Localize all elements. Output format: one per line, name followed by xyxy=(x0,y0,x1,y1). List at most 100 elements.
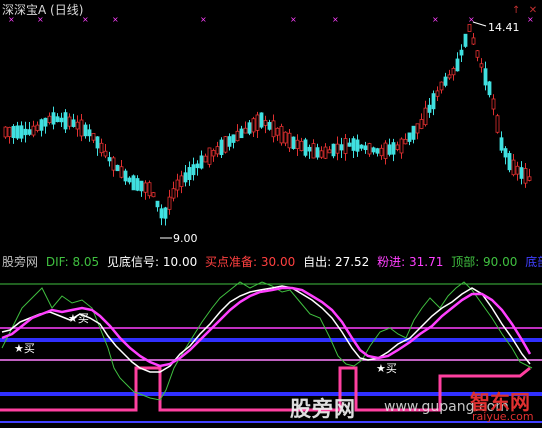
candlestick-chart[interactable]: × × × × × × × × × × 14.41 9.00 xyxy=(0,14,542,252)
candle-body xyxy=(367,143,372,155)
signal-marker: × xyxy=(332,15,339,24)
candle-body xyxy=(319,150,324,158)
candle-body xyxy=(239,128,244,139)
candle-body xyxy=(383,142,388,159)
candle-body xyxy=(71,119,76,127)
candle-body xyxy=(371,147,376,153)
candle-body xyxy=(311,143,316,159)
candle-body xyxy=(343,138,348,154)
indicator-name: 股旁网 xyxy=(2,255,39,269)
candle-body xyxy=(47,115,52,123)
candle-body xyxy=(79,119,84,137)
signal-marker: × xyxy=(290,15,297,24)
candle-body xyxy=(255,114,260,131)
candle-body xyxy=(215,146,220,155)
candle-body xyxy=(7,126,12,138)
candle-body xyxy=(231,134,236,143)
out-line xyxy=(1,285,531,373)
candle-body xyxy=(323,146,328,159)
watermark-brand-url: raiyue.com xyxy=(472,410,534,423)
watermark-site-name: 股旁网 xyxy=(290,397,356,421)
candle-body xyxy=(331,143,336,157)
buy-ready-value: 买点准备: 30.00 xyxy=(205,255,296,269)
candle-body xyxy=(511,159,516,176)
candles xyxy=(3,24,532,226)
candle-body xyxy=(167,196,172,210)
candle-body xyxy=(3,126,8,138)
candle-body xyxy=(415,123,420,134)
candle-body xyxy=(275,127,280,136)
stock-chart-window: 深深宝A (日线) ↑ ✕ × × × × × × × × × × 14.41 9.00 股旁网 … xyxy=(0,0,542,428)
candle-body xyxy=(163,207,168,219)
candle-body xyxy=(87,129,92,137)
candle-body xyxy=(199,155,204,169)
candle-body xyxy=(403,138,408,145)
candle-body xyxy=(15,125,20,139)
candle-body xyxy=(191,164,196,176)
candle-body xyxy=(63,112,68,130)
candle-body xyxy=(135,178,140,191)
buy-marker: ★买 xyxy=(14,342,35,355)
candle-body xyxy=(171,188,176,199)
candle-body xyxy=(287,132,292,149)
candle-body xyxy=(187,167,192,180)
candle-body xyxy=(355,139,360,152)
high-annotation: 14.41 xyxy=(472,21,520,34)
candle-body xyxy=(491,98,496,110)
candle-body xyxy=(67,116,72,127)
bottom-value: 底部: 1 xyxy=(525,255,542,269)
buy-marker: ★买 xyxy=(68,312,89,325)
candle-body xyxy=(263,120,268,126)
low-price-label: 9.00 xyxy=(173,232,198,245)
advance-value: 粉进: 31.71 xyxy=(377,255,444,269)
candle-body xyxy=(271,120,276,138)
candle-body xyxy=(123,170,128,182)
candle-body xyxy=(31,125,36,136)
candle-body xyxy=(431,93,436,110)
candle-body xyxy=(395,144,400,150)
candle-body xyxy=(339,144,344,151)
candle-body xyxy=(43,117,48,127)
candle-body xyxy=(419,119,424,129)
signal-markers: × × × × × × × × × × xyxy=(8,15,534,24)
candle-body xyxy=(183,172,188,183)
low-annotation: 9.00 xyxy=(160,232,198,245)
candle-body xyxy=(223,136,228,153)
candle-body xyxy=(291,136,296,149)
candle-body xyxy=(59,117,64,123)
candle-body xyxy=(179,175,184,187)
candle-body xyxy=(75,121,80,130)
candle-body xyxy=(39,119,44,131)
candle-body xyxy=(483,68,488,86)
candle-body xyxy=(259,112,264,128)
signal-marker: × xyxy=(112,15,119,24)
candle-body xyxy=(347,142,352,147)
candle-body xyxy=(247,122,252,134)
candle-body xyxy=(499,137,504,151)
candle-body xyxy=(495,115,500,133)
signal-value: 见底信号: 10.00 xyxy=(107,255,198,269)
candle-body xyxy=(91,133,96,141)
candle-body xyxy=(235,130,240,142)
candle-body xyxy=(463,33,468,47)
candle-body xyxy=(299,140,304,152)
signal-marker: × xyxy=(432,15,439,24)
signal-marker: × xyxy=(200,15,207,24)
candle-body xyxy=(335,143,340,154)
candle-body xyxy=(227,136,232,147)
candle-body xyxy=(139,180,144,192)
candle-body xyxy=(519,167,524,179)
candle-body xyxy=(407,132,412,142)
candle-body xyxy=(447,74,452,79)
candle-body xyxy=(203,155,208,163)
candle-body xyxy=(507,153,512,171)
candle-body xyxy=(155,200,160,208)
candle-body xyxy=(143,182,148,193)
candle-body xyxy=(55,116,60,123)
candle-body xyxy=(131,175,136,191)
candle-body xyxy=(243,127,248,134)
candle-body xyxy=(147,182,152,197)
candle-body xyxy=(475,50,480,58)
signal-marker: × xyxy=(527,15,534,24)
candle-body xyxy=(427,104,432,113)
